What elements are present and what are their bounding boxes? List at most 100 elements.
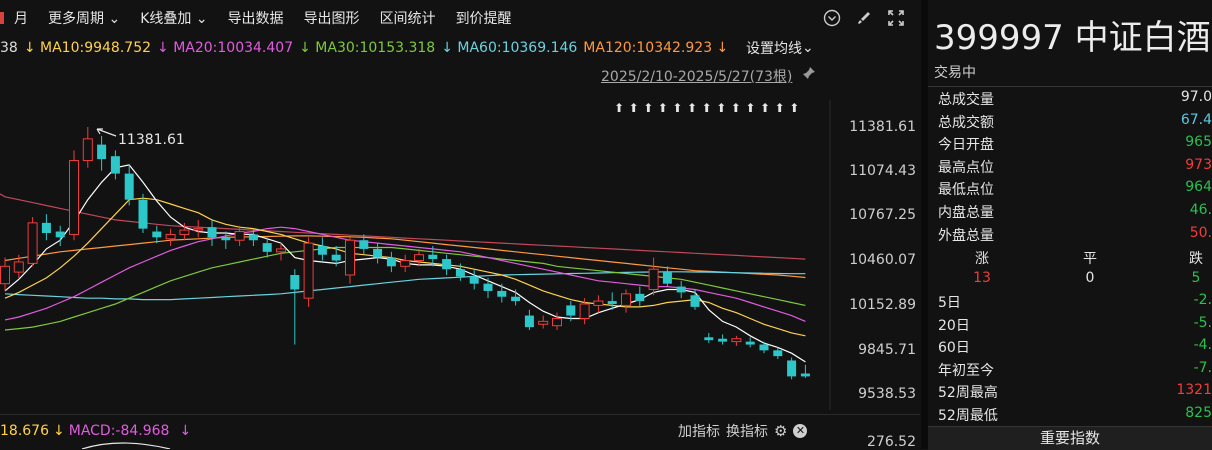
candle-body (552, 317, 562, 327)
down-arrow-icon: ↓ (179, 423, 192, 439)
export-data-button[interactable]: 导出数据 (218, 8, 294, 28)
candle-body (124, 173, 134, 200)
candle (138, 193, 148, 233)
perf-row: 52周最高 1321 (938, 382, 1212, 404)
ma-settings-menu[interactable]: 设置均线 ⌄ (746, 37, 814, 59)
quote-row: 内盘总量 46. (938, 202, 1212, 224)
candle-body (566, 305, 576, 316)
quote-row: 总成交量 97.0 (938, 89, 1212, 111)
updown-values: 13 0 5 (928, 270, 1212, 292)
brush-icon[interactable] (854, 8, 874, 28)
candle (731, 335, 742, 346)
period-month-button[interactable]: 月 (4, 8, 38, 28)
collapse-circle-icon[interactable] (822, 8, 842, 28)
candle-body (538, 320, 549, 325)
candle (676, 280, 686, 299)
candle-body (165, 233, 176, 240)
perf-row: 5日 -2. (938, 292, 1212, 314)
quote-row-label: 最高点位 (938, 159, 994, 176)
add-indicator-button[interactable]: 加指标 (678, 421, 720, 441)
index-title: 399997 中证白酒 (934, 18, 1211, 58)
ma250-line (0, 193, 806, 260)
candle-body (262, 243, 272, 252)
fullscreen-icon[interactable] (886, 8, 906, 28)
up-count: 13 (973, 270, 991, 286)
high-arrow-icon (96, 128, 117, 137)
candle-body (345, 239, 355, 276)
ma120-legend: MA120:10342.923 ↓ (583, 40, 729, 56)
candle (27, 217, 38, 267)
candle (110, 150, 120, 180)
axis-label: 10767.25 (849, 207, 916, 223)
candle (469, 269, 479, 290)
ma120-value: MA120:10342.923 (583, 40, 713, 56)
quote-row-label: 内盘总量 (938, 205, 994, 221)
candle-body (607, 301, 617, 304)
signal-arrow-icon: ⬆ (760, 101, 770, 115)
flat-count: 0 (1085, 270, 1095, 286)
candle-body (455, 269, 465, 277)
candle-body (82, 138, 93, 162)
candle-body (69, 160, 79, 235)
toolbar-icons (822, 8, 906, 28)
candle-body (759, 344, 769, 351)
price-alert-button[interactable]: 到价提醒 (446, 8, 522, 28)
quote-row-value: 964 (1185, 179, 1212, 196)
candle-body (331, 254, 341, 261)
export-image-button[interactable]: 导出图形 (294, 8, 370, 28)
candle (690, 289, 700, 310)
signal-arrow-icon: ⬆ (731, 101, 741, 115)
close-icon[interactable]: ✕ (793, 424, 808, 438)
pin-icon[interactable] (802, 66, 816, 80)
candle-body (152, 231, 162, 238)
panel-divider[interactable] (921, 0, 928, 449)
signal-arrow-icon: ⬆ (629, 101, 639, 115)
candle-body (303, 242, 314, 299)
perf-row-value: -2. (1193, 292, 1212, 308)
candle-body (524, 315, 534, 328)
candle-body (0, 265, 10, 285)
candle-body (676, 286, 686, 293)
axis-label: 10152.89 (849, 297, 916, 313)
candle (193, 219, 204, 238)
key-indices-button[interactable]: 重要指数 (928, 426, 1212, 450)
signal-arrow-icon: ⬆ (658, 101, 668, 115)
macd-dea-fragment: 18.676 (0, 423, 49, 439)
range-label[interactable]: 2025/2/10-2025/5/27(73根) (601, 66, 792, 86)
perf-row-value: -7. (1193, 359, 1212, 376)
quote-row-value: 965 (1185, 134, 1212, 151)
quote-row-label: 总成交量 (938, 92, 994, 108)
signal-arrow-icon: ⬆ (702, 101, 712, 115)
quote-row-label: 外盘总量 (938, 227, 994, 244)
candle-body (731, 338, 742, 343)
signal-arrow-icon: ⬆ (789, 101, 799, 115)
ma5-value-fragment: 38 (0, 40, 18, 56)
perf-row: 20日 -5. (938, 315, 1212, 337)
perf-row-label: 5日 (938, 295, 961, 311)
candle (290, 269, 300, 345)
high-annotation: 11381.61 (118, 132, 185, 148)
range-stats-button[interactable]: 区间统计 (370, 8, 446, 28)
kline-chart[interactable]: ⬆ ⬆ ⬆ ⬆ ⬆ ⬆ ⬆ ⬆ ⬆ ⬆ ⬆ ⬆ ⬆ (0, 100, 920, 421)
perf-row-value: 825 (1185, 405, 1212, 421)
gear-icon[interactable]: ⚙ (774, 422, 787, 440)
candle (483, 277, 493, 299)
kline-overlay-menu[interactable]: K线叠加 ⌄ (130, 8, 217, 28)
axis-label: 10460.07 (849, 252, 916, 268)
candle-body (800, 373, 810, 377)
candle-body (276, 248, 286, 253)
candle (41, 214, 51, 241)
more-periods-menu[interactable]: 更多周期 ⌄ (38, 8, 130, 28)
down-label: 跌 (1189, 251, 1203, 267)
axis-label: 9845.71 (858, 342, 916, 358)
candle (97, 135, 107, 171)
candle-body (193, 228, 204, 231)
candle (800, 364, 810, 378)
ma10-legend: ↓ MA10:9948.752 (23, 40, 152, 56)
candle (221, 231, 231, 249)
candle (207, 219, 217, 247)
switch-indicator-button[interactable]: 换指标 (726, 421, 768, 441)
candle (303, 237, 314, 307)
candle (704, 332, 714, 344)
chart-panel: 月 更多周期 ⌄ K线叠加 ⌄ 导出数据 导出图形 区间统计 到价提醒 38 ↓… (0, 0, 920, 450)
